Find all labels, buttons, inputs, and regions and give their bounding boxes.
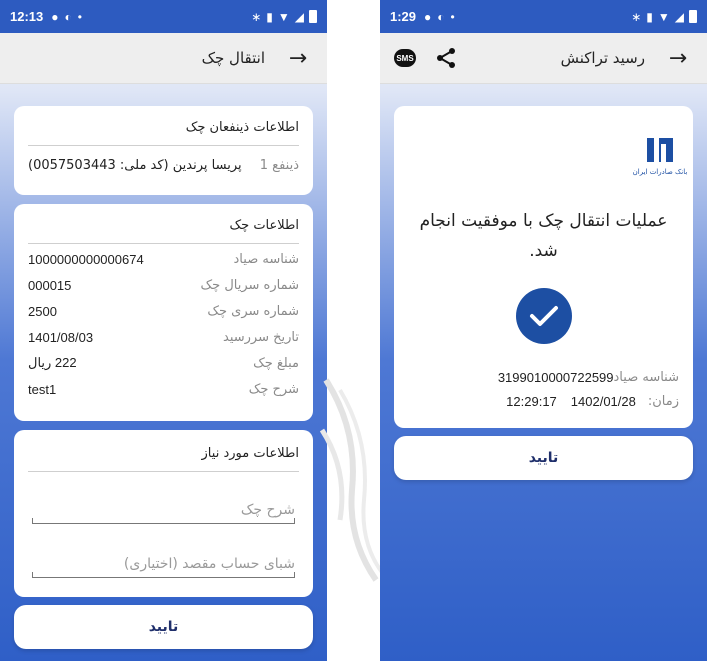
dot-icon: • [450,9,455,24]
app-bar: → رسید تراکنش SMS [380,33,707,84]
signal-icon: ◢ [294,9,304,24]
share-icon[interactable] [434,46,458,70]
sayad-id-value: 1000000000000674 [28,251,144,267]
status-bar: 12:13 ● ◐ • ∗ ▮ ▼ ◢ [0,0,327,33]
time-label: زمان: [647,394,679,409]
due-date-value: 1401/08/03 [28,329,94,345]
vibrate-icon: ▮ [646,9,653,24]
check-row: تاریخ سررسید 1401/08/03 [28,324,299,350]
description-value: test1 [28,381,57,397]
check-description-field[interactable] [32,488,295,524]
bluetooth-icon: ∗ [251,9,262,24]
series-value: 2500 [28,303,57,319]
chat-icon: ● [424,9,432,24]
check-card-heading: اطلاعات چک [28,204,299,244]
app-notification-icon: ◐ [437,9,445,24]
bank-name: بانک صادرات ایران [632,168,688,176]
check-row: شناسه صیاد 1000000000000674 [28,246,299,272]
sms-icon[interactable]: SMS [394,49,416,67]
amount-label: مبلغ چک [253,355,299,371]
status-time: 12:13 [10,9,44,24]
arrow-right-icon[interactable]: → [283,46,313,71]
iban-field[interactable] [32,542,295,578]
payee-row: ذینفع 1 پریسا پرندین (کد ملی: 0057503443… [28,146,299,184]
sayad-label: شناسه صیاد [613,370,679,385]
confirm-button[interactable]: تایید [394,436,693,480]
vibrate-icon: ▮ [266,9,273,24]
appbar-actions: SMS [394,46,458,70]
page-title: انتقال چک [201,49,265,67]
chat-icon: ● [51,9,59,24]
serial-label: شماره سریال چک [200,277,299,293]
bank-logo: بانک صادرات ایران [632,136,688,186]
time-value: 12:29:17 [506,394,557,409]
description-label: شرح چک [248,381,299,397]
battery-icon [689,10,697,23]
required-card-heading: اطلاعات مورد نیاز [28,430,299,472]
status-time: 1:29 [390,9,417,24]
check-row: شماره سری چک 2500 [28,298,299,324]
transaction-receipt-screen: 1:29 ● ◐ • ∗ ▮ ▼ ◢ → رسید تراکنش SMS بان… [380,0,707,661]
check-row: شرح چک test1 [28,376,299,402]
payee-info-card: اطلاعات ذینفعان چک ذینفع 1 پریسا پرندین … [14,106,313,195]
confirm-button[interactable]: تایید [14,605,313,649]
wifi-icon: ▼ [277,9,290,24]
success-check-icon [515,288,572,344]
bank-emblem-icon [647,138,673,162]
required-info-card: اطلاعات مورد نیاز [14,430,313,597]
success-message: عملیات انتقال چک با موفقیت انجام شد. [419,211,668,261]
check-row: مبلغ چک 222 ریال [28,350,299,376]
arrow-right-icon[interactable]: → [663,46,693,71]
app-notification-icon: ◐ [64,9,72,24]
status-icons: ∗ ▮ ▼ ◢ [631,10,697,24]
status-icons: ∗ ▮ ▼ ◢ [251,10,317,24]
payee-value: پریسا پرندین (کد ملی: 0057503443) [28,157,242,173]
iban-input[interactable] [32,542,295,577]
sayad-row: شناسه صیاد 3199010000722599 [408,370,679,385]
check-description-input[interactable] [32,488,295,523]
signal-icon: ◢ [674,9,684,24]
receipt-card: بانک صادرات ایران عملیات انتقال چک با مو… [394,106,693,428]
dot-icon: • [77,9,82,24]
payee-card-heading: اطلاعات ذینفعان چک [28,106,299,146]
due-date-label: تاریخ سررسید [223,329,299,345]
check-info-card: اطلاعات چک شناسه صیاد 1000000000000674 ش… [14,204,313,421]
serial-value: 000015 [28,277,72,293]
status-bar: 1:29 ● ◐ • ∗ ▮ ▼ ◢ [380,0,707,33]
battery-icon [309,10,317,23]
date-value: 1402/01/28 [570,394,636,409]
bluetooth-icon: ∗ [631,9,642,24]
time-row: زمان: 1402/01/28 12:29:17 [408,394,679,409]
app-bar: → انتقال چک [0,33,327,84]
check-row: شماره سریال چک 000015 [28,272,299,298]
page-title: رسید تراکنش [560,49,645,67]
payee-label: ذینفع 1 [259,157,299,173]
sayad-value: 3199010000722599 [497,370,614,385]
sayad-id-label: شناسه صیاد [233,251,299,267]
series-label: شماره سری چک [207,303,299,319]
watermark-graphic [319,378,386,582]
wifi-icon: ▼ [657,9,670,24]
amount-value: 222 ریال [28,355,77,370]
check-transfer-screen: 12:13 ● ◐ • ∗ ▮ ▼ ◢ → انتقال چک اطلاعات … [0,0,327,661]
